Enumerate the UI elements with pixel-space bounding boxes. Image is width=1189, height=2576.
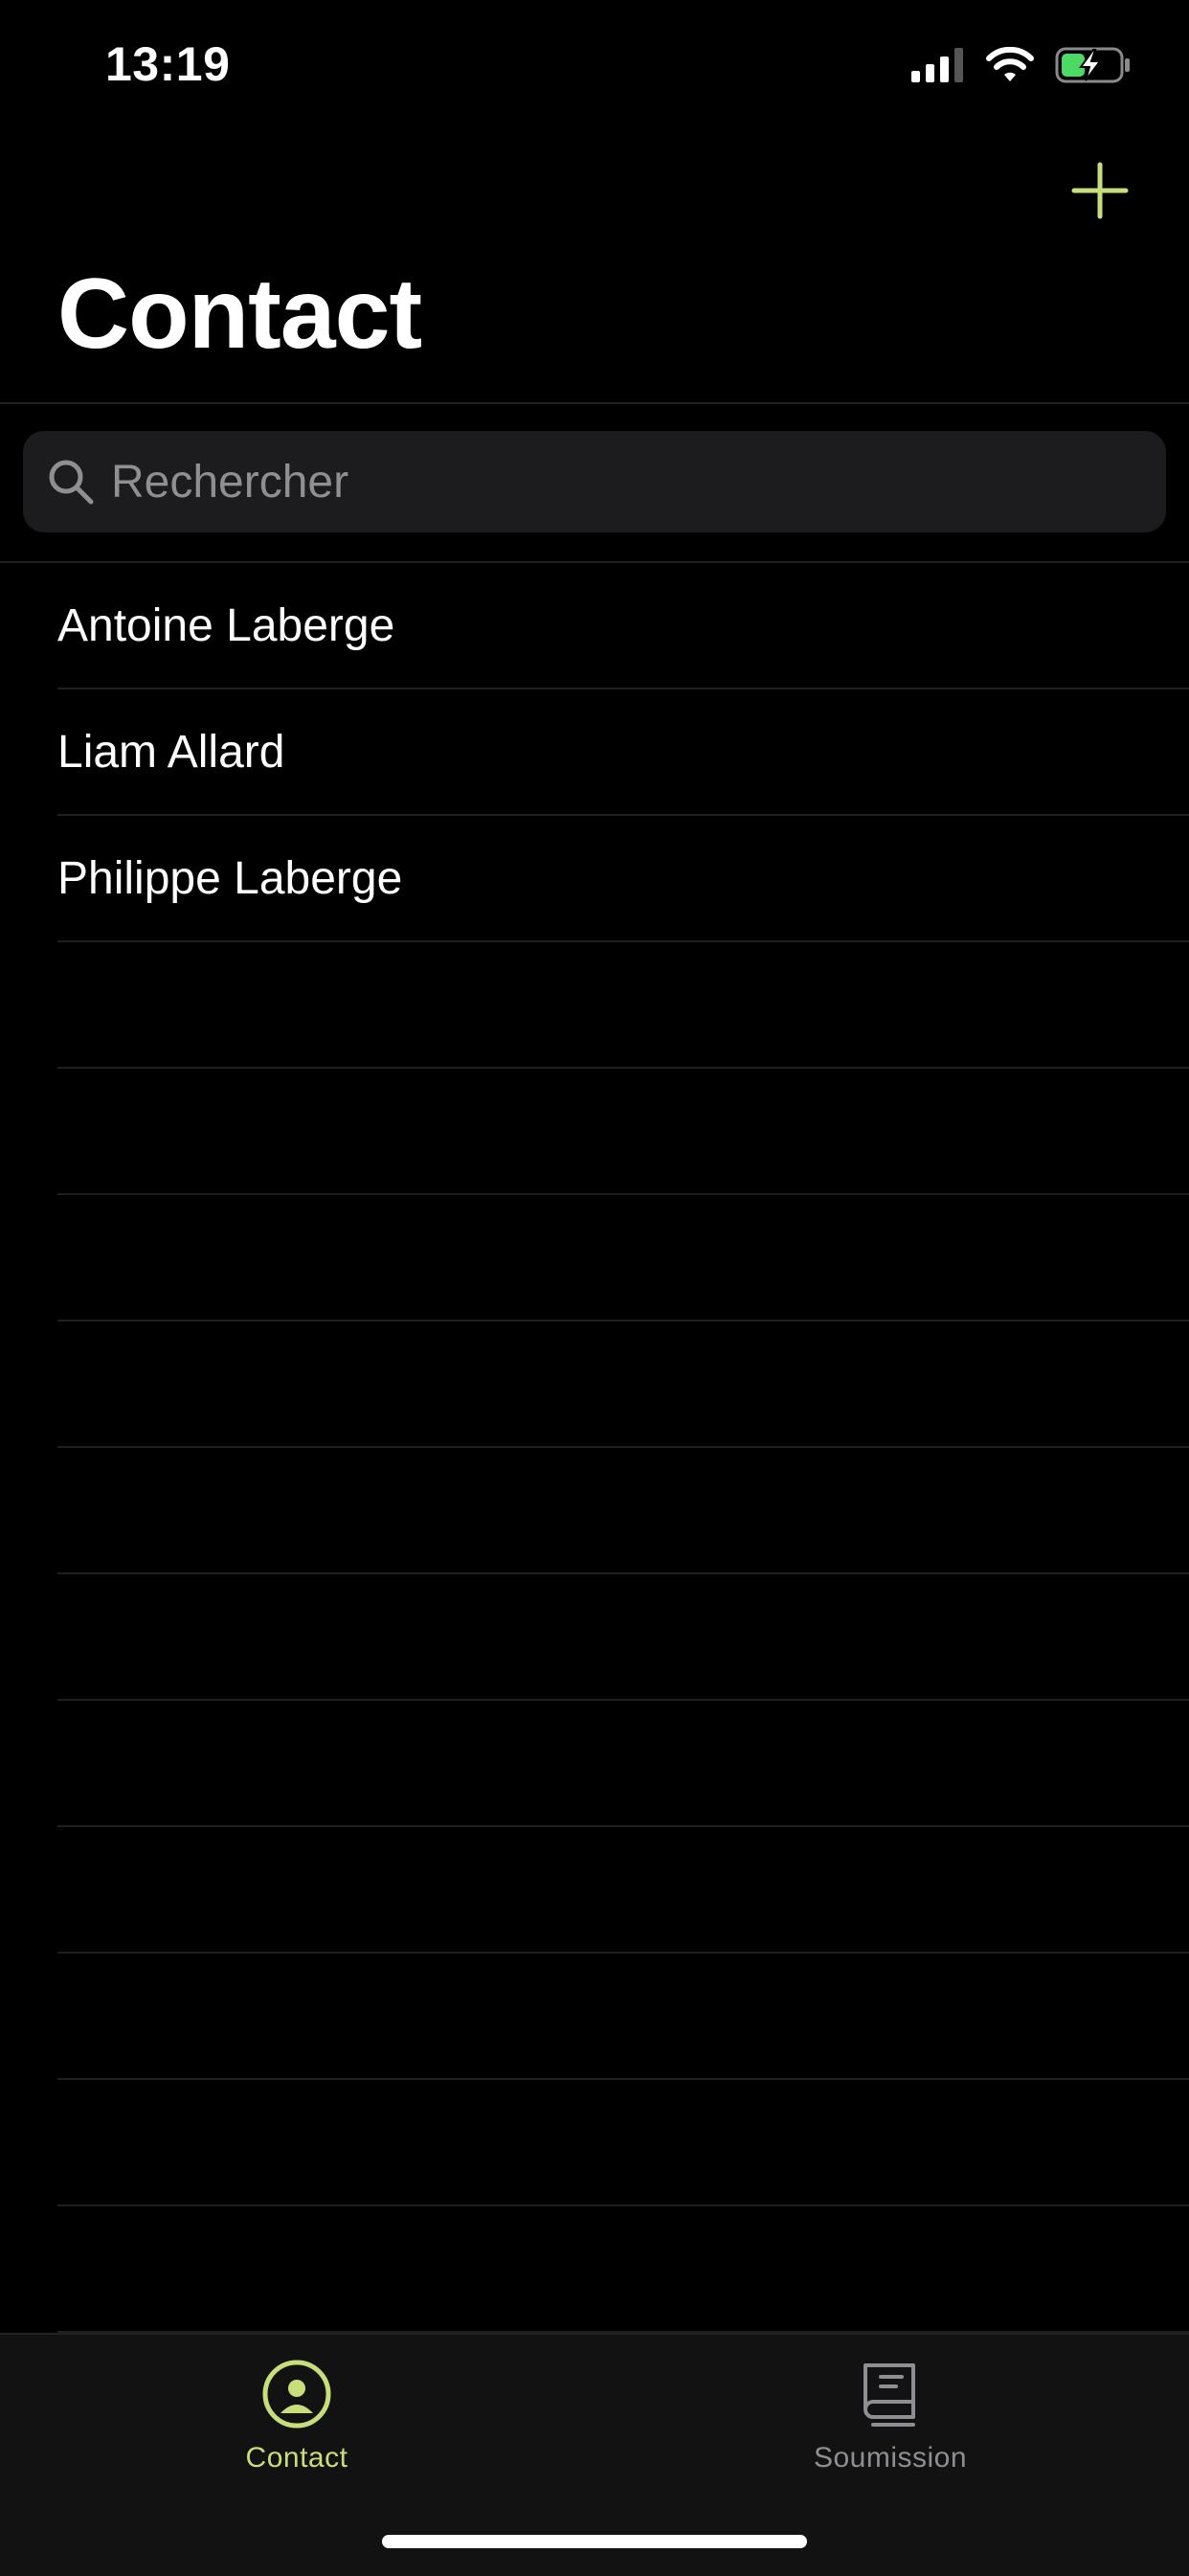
empty-row: [57, 942, 1189, 1069]
person-circle-icon: [262, 2360, 331, 2429]
empty-row: [57, 2080, 1189, 2206]
empty-row: [57, 1701, 1189, 1827]
empty-row: [57, 1322, 1189, 1448]
empty-row: [57, 2206, 1189, 2333]
empty-row: [57, 1448, 1189, 1574]
tab-bar: Contact Soumission: [0, 2333, 1189, 2576]
contact-list: Antoine Laberge Liam Allard Philippe Lab…: [0, 563, 1189, 2333]
contact-row[interactable]: Antoine Laberge: [57, 563, 1189, 689]
empty-row: [57, 1069, 1189, 1195]
status-icons: [911, 46, 1132, 89]
empty-row: [57, 1574, 1189, 1701]
cellular-signal-icon: [911, 48, 965, 87]
battery-charging-icon: [1055, 46, 1132, 89]
book-icon: [864, 2363, 915, 2427]
search-icon: [46, 457, 96, 507]
add-contact-button[interactable]: [1070, 161, 1130, 220]
empty-row: [57, 1827, 1189, 1954]
search-input[interactable]: [109, 442, 1166, 521]
wifi-icon: [986, 46, 1034, 88]
empty-row: [57, 1954, 1189, 2080]
empty-row: [57, 1195, 1189, 1322]
plus-icon: [1071, 162, 1129, 219]
search-bar[interactable]: [23, 431, 1166, 532]
contact-row[interactable]: Liam Allard: [57, 689, 1189, 816]
home-indicator: [382, 2535, 807, 2548]
contact-row[interactable]: Philippe Laberge: [57, 816, 1189, 942]
tab-soumission[interactable]: Soumission: [747, 2358, 1034, 2474]
tab-label: Soumission: [813, 2442, 968, 2474]
tab-label: Contact: [245, 2442, 348, 2474]
page-title: Contact: [57, 259, 422, 370]
tab-contact[interactable]: Contact: [153, 2358, 440, 2474]
header-divider: [0, 402, 1189, 404]
status-bar: 13:19: [0, 0, 1189, 126]
status-time: 13:19: [105, 37, 231, 91]
